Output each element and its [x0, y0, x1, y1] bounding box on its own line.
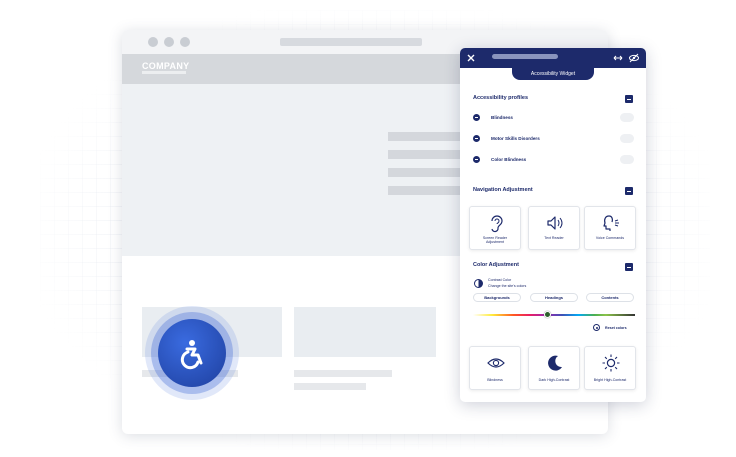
window-dot-icon	[148, 37, 158, 47]
head-voice-icon	[603, 215, 619, 231]
reset-icon[interactable]	[593, 324, 600, 331]
backgrounds-button[interactable]: Backgrounds	[473, 293, 521, 302]
url-bar[interactable]	[280, 38, 422, 46]
swap-position-icon[interactable]	[612, 52, 624, 64]
bright-contrast-tile[interactable]: Bright High-Contrast	[584, 346, 636, 390]
hero-text-placeholder	[388, 168, 470, 177]
eye-icon	[487, 358, 505, 368]
voice-commands-tile[interactable]: Voice Commands	[584, 206, 636, 250]
speaker-icon	[547, 216, 563, 230]
contrast-icon	[474, 279, 483, 288]
close-icon[interactable]	[465, 52, 477, 64]
ear-icon	[491, 215, 503, 233]
color-collapse-button[interactable]	[625, 263, 633, 271]
profile-colorblind-label: Color Blindness	[491, 157, 527, 162]
tile-label: Adjustment	[486, 240, 504, 244]
window-dot-icon	[164, 37, 174, 47]
widget-title-placeholder	[492, 54, 558, 59]
profile-blindness-label: Blindness	[491, 115, 513, 120]
plus-circle-icon[interactable]	[473, 135, 480, 142]
text-placeholder	[294, 383, 366, 390]
navigation-collapse-button[interactable]	[625, 187, 633, 195]
contrast-subtitle: Change the site's colors	[488, 284, 527, 288]
hero-text-placeholder	[388, 150, 470, 159]
slider-handle[interactable]	[544, 311, 551, 318]
navigation-title: Navigation Adjustment	[473, 187, 533, 193]
hide-eye-icon[interactable]	[628, 52, 640, 64]
hero-text-placeholder	[388, 132, 470, 141]
profile-blindness-toggle[interactable]	[620, 113, 634, 122]
headings-button[interactable]: Headings	[530, 293, 578, 302]
content-card	[294, 307, 436, 357]
profiles-collapse-button[interactable]	[625, 95, 633, 103]
blindness-tile[interactable]: Blindness	[469, 346, 521, 390]
color-title: Color Adjustment	[473, 262, 519, 268]
tile-label: Bright High-Contrast	[593, 378, 627, 382]
text-placeholder	[294, 370, 392, 377]
accessibility-button[interactable]	[158, 319, 226, 387]
widget-title: Accessibility Widget	[512, 68, 594, 80]
color-spectrum-slider[interactable]	[473, 314, 635, 316]
contents-button[interactable]: Contents	[586, 293, 634, 302]
contrast-title: Contrast Color	[488, 278, 512, 282]
profile-motor-label: Motor Skills Disorders	[491, 136, 540, 141]
logo-tagline-placeholder	[142, 71, 186, 74]
company-logo[interactable]: COMPANY	[142, 61, 189, 71]
profiles-title: Accessibility profiles	[473, 95, 529, 101]
moon-icon	[548, 355, 562, 371]
plus-circle-icon[interactable]	[473, 156, 480, 163]
tile-label: Dark High-Contrast	[538, 378, 570, 382]
reset-colors-label[interactable]: Reset colors	[605, 326, 627, 330]
tile-label: Voice Commands	[595, 236, 625, 240]
profile-motor-toggle[interactable]	[620, 134, 634, 143]
dark-contrast-tile[interactable]: Dark High-Contrast	[528, 346, 580, 390]
tile-label: Blindness	[487, 378, 503, 382]
hero-text-placeholder	[388, 186, 470, 195]
widget-header	[460, 48, 646, 68]
screen-reader-tile[interactable]: Screen Reader Adjustment	[469, 206, 521, 250]
accessibility-widget: Accessibility Widget Accessibility profi…	[460, 48, 646, 402]
plus-circle-icon[interactable]	[473, 114, 480, 121]
sun-icon	[602, 354, 620, 372]
wheelchair-icon	[180, 340, 203, 370]
profile-colorblind-toggle[interactable]	[620, 155, 634, 164]
window-dot-icon	[180, 37, 190, 47]
text-reader-tile[interactable]: Text Reader	[528, 206, 580, 250]
tile-label: Text Reader	[544, 236, 564, 240]
